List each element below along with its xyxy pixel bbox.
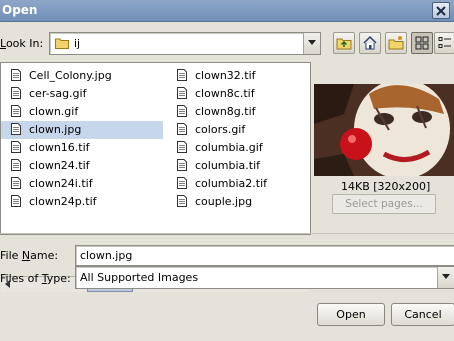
file-item[interactable]: Cell_Colony.jpg [1,67,163,85]
up-folder-icon [336,38,352,50]
home-button[interactable] [359,32,381,54]
file-name: clown32.tif [195,69,256,82]
file-icon [11,69,21,81]
file-item[interactable]: clown24p.tif [1,193,163,211]
look-in-dropdown-button[interactable] [303,33,320,54]
file-name: Cell_Colony.jpg [29,69,112,82]
file-icon [177,177,187,189]
file-name: columbia.tif [195,159,261,172]
file-icon [177,195,187,207]
file-column-1: Cell_Colony.jpg cer-sag.gif clown.gif cl… [1,67,163,211]
file-item[interactable]: columbia.tif [167,157,329,175]
look-in-label: Look In: [0,37,44,50]
file-name: clown24i.tif [29,177,93,190]
close-button[interactable] [432,2,450,19]
file-icon [11,195,21,207]
file-item[interactable]: couple.jpg [167,193,329,211]
list-view-button[interactable] [411,32,433,54]
divider [0,233,454,234]
list-view-icon [415,36,429,50]
file-name: clown8g.tif [195,105,256,118]
file-icon [11,123,21,135]
file-name-label: File Name: [0,249,59,262]
files-of-type-dropdown-button[interactable] [437,267,454,288]
cancel-button[interactable]: Cancel [391,303,454,326]
file-name: clown24p.tif [29,195,97,208]
files-of-type-combo[interactable]: All Supported Images [75,266,454,289]
image-preview [314,84,454,176]
file-icon [11,159,21,171]
file-name: clown.jpg [29,123,82,136]
details-view-icon [438,37,451,48]
window-title: Open [2,3,38,17]
image-size-text: 14KB [320x200] [341,180,431,193]
file-name: couple.jpg [195,195,253,208]
files-of-type-label: Files of Type: [0,272,71,285]
file-item[interactable]: columbia.gif [167,139,329,157]
file-name: colors.gif [195,123,246,136]
look-in-label-text: ook In: [5,37,44,50]
file-icon [11,105,21,117]
file-item[interactable]: clown16.tif [1,139,163,157]
file-item[interactable]: clown24i.tif [1,175,163,193]
file-list[interactable]: Cell_Colony.jpg cer-sag.gif clown.gif cl… [0,62,311,292]
file-icon [177,141,187,153]
file-icon [177,159,187,171]
file-item[interactable]: colors.gif [167,121,329,139]
files-of-type-label-text: ype: [46,272,71,285]
file-icon [177,87,187,99]
file-name-input[interactable]: clown.jpg [75,245,454,266]
file-item[interactable]: clown8c.tif [167,85,329,103]
look-in-value: ij [74,37,81,50]
look-in-combo[interactable]: ij [49,32,321,55]
file-name: columbia2.tif [195,177,268,190]
file-icon [177,69,187,81]
details-view-button[interactable] [434,32,454,54]
file-icon [177,123,187,135]
chevron-down-icon [442,274,450,279]
file-name: cer-sag.gif [29,87,87,100]
file-item[interactable]: clown24.tif [1,157,163,175]
select-pages-button[interactable]: Select pages... [332,194,436,214]
file-item[interactable]: clown8g.tif [167,103,329,121]
file-name-value: clown.jpg [80,249,133,262]
file-item-selected[interactable]: clown.jpg [1,121,163,139]
new-folder-icon [388,36,404,50]
file-item[interactable]: clown32.tif [167,67,329,85]
file-icon [11,177,21,189]
file-item[interactable]: clown.gif [1,103,163,121]
title-bar: Open [0,0,454,22]
file-name: columbia.gif [195,141,263,154]
files-of-type-value: All Supported Images [80,271,199,284]
open-button[interactable]: Open [317,303,385,326]
file-column-2: clown32.tif clown8c.tif clown8g.tif colo… [167,67,329,211]
new-folder-button[interactable] [385,32,407,54]
file-icon [11,141,21,153]
file-icon [11,87,21,99]
file-name: clown24.tif [29,159,90,172]
up-folder-button[interactable] [333,32,355,54]
chevron-down-icon [308,40,316,45]
file-name: clown16.tif [29,141,90,154]
file-name: clown.gif [29,105,79,118]
clown-preview-image [314,84,454,176]
home-icon [363,35,377,50]
folder-icon [55,38,69,49]
file-name: clown8c.tif [195,87,255,100]
file-item[interactable]: cer-sag.gif [1,85,163,103]
close-icon [436,6,446,16]
file-name-label-text: ame: [30,249,59,262]
file-icon [177,105,187,117]
file-item[interactable]: columbia2.tif [167,175,329,193]
